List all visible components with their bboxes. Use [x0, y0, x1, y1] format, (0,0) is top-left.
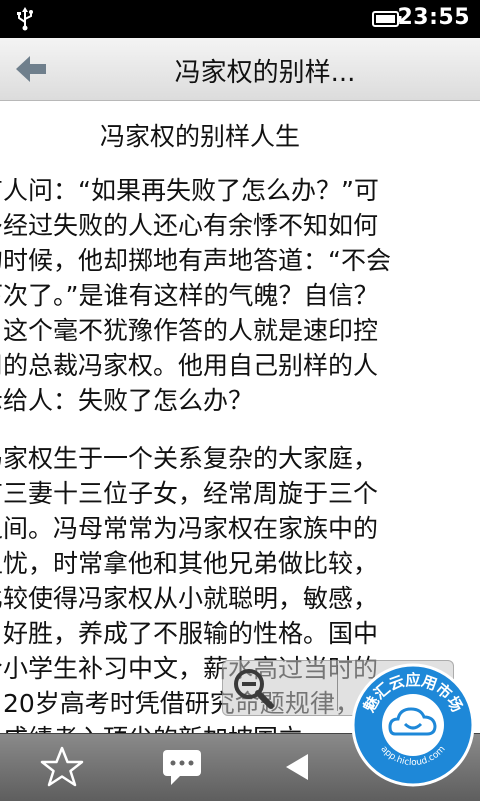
- text-line: 下次了。”是谁有这样的气魄？自信？: [0, 281, 379, 310]
- article-body: 有人问：“如果再失败了怎么办？”可 多经过失败的人还心有余悸不知如何 的时候，他…: [0, 173, 480, 733]
- watermark-logo: 魅汇云应用市场 app.hicloud.com: [351, 663, 475, 787]
- triangle-left-icon[interactable]: [272, 744, 322, 790]
- text-line: 冯家权生于一个关系复杂的大家庭，: [0, 444, 379, 473]
- usb-icon: [17, 7, 33, 31]
- back-arrow-icon[interactable]: [10, 48, 54, 90]
- text-line: ？这个毫不犹豫作答的人就是速印控: [0, 316, 379, 345]
- text-line: 多经过失败的人还心有余悸不知如何: [0, 211, 379, 240]
- text-line: 有人问：“如果再失败了怎么办？”可: [0, 176, 379, 205]
- text-line: ，好胜，养成了不服输的性格。国中: [0, 619, 379, 648]
- text-line: 有三妻十三位子女，经常周旋于三个: [0, 479, 379, 508]
- star-icon[interactable]: [37, 744, 87, 790]
- article-content[interactable]: 冯家权的别样人生 有人问：“如果再失败了怎么办？”可 多经过失败的人还心有余悸不…: [0, 101, 480, 733]
- text-line: 之间。冯母常常为冯家权在家族中的: [0, 514, 379, 543]
- text-line: 的时候，他却掷地有声地答道：“不会: [0, 246, 391, 275]
- status-bar: 23:55: [0, 0, 480, 38]
- text-line: 担忧，时常拿他和其他兄弟做比较，: [0, 549, 379, 578]
- zoom-divider: [337, 665, 338, 711]
- page-title: 冯家权的别样...: [174, 58, 356, 88]
- zoom-out-icon[interactable]: [227, 664, 281, 712]
- text-line: 比较使得冯家权从小就聪明，敏感，: [0, 584, 379, 613]
- article-title: 冯家权的别样人生: [99, 122, 300, 151]
- status-clock: 23:55: [397, 5, 470, 30]
- text-line: 示给人：失败了怎么办？: [0, 386, 254, 415]
- title-bar: 冯家权的别样...: [0, 38, 480, 101]
- text-line: 司的总裁冯家权。他用自己别样的人: [0, 351, 379, 380]
- chat-bubble-icon[interactable]: [157, 744, 207, 790]
